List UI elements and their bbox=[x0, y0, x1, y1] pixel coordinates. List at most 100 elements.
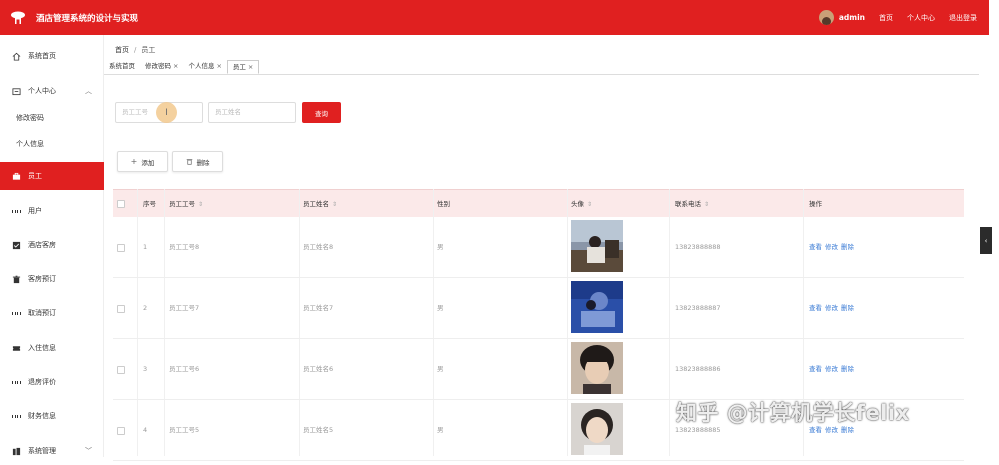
sidebar-item-system[interactable]: 系统管理 ﹀ bbox=[0, 437, 104, 465]
cell-gender: 男 bbox=[437, 365, 444, 373]
grid-icon bbox=[12, 412, 21, 421]
sort-icon[interactable]: ⇕ bbox=[704, 201, 709, 208]
staff-name-input[interactable]: 员工姓名 bbox=[208, 102, 296, 123]
column-header-staff-id[interactable]: 员工工号 ⇕ bbox=[169, 190, 203, 218]
column-header-actions: 操作 bbox=[809, 200, 822, 208]
view-link[interactable]: 查看 bbox=[809, 365, 822, 373]
column-header-phone[interactable]: 联系电话 ⇕ bbox=[675, 190, 709, 218]
edit-link[interactable]: 修改 bbox=[825, 426, 838, 434]
sidebar-item-finance[interactable]: 财务信息 bbox=[0, 402, 104, 430]
sidebar-item-checkout-review[interactable]: 退房评价 bbox=[0, 368, 104, 396]
cell-phone: 13823888887 bbox=[675, 304, 721, 312]
row-checkbox[interactable] bbox=[117, 427, 125, 435]
edit-link[interactable]: 修改 bbox=[825, 304, 838, 312]
cell-phone: 13823888886 bbox=[675, 365, 721, 373]
delete-link[interactable]: 删除 bbox=[841, 243, 854, 251]
sidebar-item-label: 个人信息 bbox=[16, 140, 44, 148]
chevron-left-icon: ‹ bbox=[984, 236, 988, 245]
delete-link[interactable]: 删除 bbox=[841, 304, 854, 312]
view-link[interactable]: 查看 bbox=[809, 304, 822, 312]
tab-bar: 系统首页 修改密码 × 个人信息 × 员工 × bbox=[104, 60, 979, 75]
app-title: 酒店管理系统的设计与实现 bbox=[36, 13, 139, 24]
sidebar-item-staff[interactable]: 员工 bbox=[0, 162, 104, 190]
search-button[interactable]: 查询 bbox=[302, 102, 341, 123]
breadcrumb: 首页 / 员工 bbox=[115, 46, 156, 54]
sidebar-item-users[interactable]: 用户 bbox=[0, 197, 104, 225]
cell-staff-name: 员工姓名8 bbox=[303, 243, 334, 251]
chevron-up-icon: ︿ bbox=[85, 87, 92, 95]
tab-staff[interactable]: 员工 × bbox=[226, 60, 260, 74]
close-icon[interactable]: × bbox=[248, 63, 253, 71]
cell-gender: 男 bbox=[437, 243, 444, 251]
column-header-staff-name[interactable]: 员工姓名 ⇕ bbox=[303, 190, 337, 218]
avatar-image bbox=[571, 342, 623, 394]
briefcase-icon bbox=[12, 172, 21, 180]
view-link[interactable]: 查看 bbox=[809, 426, 822, 434]
sidebar-item-label: 客房预订 bbox=[28, 275, 56, 283]
header-link-profile[interactable]: 个人中心 bbox=[907, 13, 935, 23]
sort-icon[interactable]: ⇕ bbox=[332, 201, 337, 208]
edit-link[interactable]: 修改 bbox=[825, 243, 838, 251]
building-icon bbox=[12, 447, 21, 455]
row-checkbox[interactable] bbox=[117, 305, 125, 313]
tab-home[interactable]: 系统首页 bbox=[104, 60, 140, 74]
cell-gender: 男 bbox=[437, 304, 444, 312]
column-header-index: 序号 bbox=[143, 200, 156, 208]
header-link-logout[interactable]: 退出登录 bbox=[949, 13, 977, 23]
delete-button[interactable]: 删除 bbox=[172, 151, 223, 172]
cell-staff-id: 员工工号7 bbox=[169, 304, 200, 312]
close-icon[interactable]: × bbox=[216, 62, 221, 70]
breadcrumb-home[interactable]: 首页 bbox=[115, 46, 129, 54]
home-icon bbox=[12, 52, 21, 61]
cell-index: 2 bbox=[143, 304, 148, 312]
sidebar-item-change-password[interactable]: 修改密码 bbox=[0, 104, 104, 132]
grid-icon bbox=[12, 378, 21, 387]
avatar[interactable] bbox=[818, 10, 834, 25]
table-row: 1 员工工号8 员工姓名8 男 13823888888 查看 修改 删除 bbox=[113, 217, 964, 278]
add-button[interactable]: + 添加 bbox=[117, 151, 168, 172]
sort-icon[interactable]: ⇕ bbox=[587, 201, 592, 208]
chevron-down-icon: ﹀ bbox=[85, 447, 92, 455]
table-row: 3 员工工号6 员工姓名6 男 13823888886 查看 修改 删除 bbox=[113, 339, 964, 400]
row-checkbox[interactable] bbox=[117, 244, 125, 252]
plus-icon: + bbox=[130, 157, 138, 166]
cell-staff-id: 员工工号8 bbox=[169, 243, 200, 251]
sidebar-item-cancel-booking[interactable]: 取消预订 bbox=[0, 299, 104, 327]
row-actions: 查看 修改 删除 bbox=[809, 217, 857, 278]
cell-index: 3 bbox=[143, 365, 148, 373]
breadcrumb-current: 员工 bbox=[141, 46, 156, 54]
column-header-avatar[interactable]: 头像 ⇕ bbox=[571, 190, 592, 218]
sidebar-item-label: 系统管理 bbox=[28, 447, 56, 455]
sidebar-item-checkin[interactable]: 入住信息 bbox=[0, 334, 104, 362]
view-link[interactable]: 查看 bbox=[809, 243, 822, 251]
select-all-checkbox[interactable] bbox=[117, 200, 125, 208]
avatar-image bbox=[571, 281, 623, 333]
sidebar-item-rooms[interactable]: 酒店客房 bbox=[0, 231, 104, 259]
delete-link[interactable]: 删除 bbox=[841, 426, 854, 434]
text-cursor-icon: I bbox=[156, 102, 177, 123]
delete-link[interactable]: 删除 bbox=[841, 365, 854, 373]
top-header: 酒店管理系统的设计与实现 admin 首页 个人中心 退出登录 bbox=[0, 0, 989, 35]
cell-index: 1 bbox=[143, 243, 148, 251]
grid-icon bbox=[12, 309, 21, 318]
row-actions: 查看 修改 删除 bbox=[809, 339, 857, 400]
tab-personal-info[interactable]: 个人信息 × bbox=[183, 60, 226, 74]
sort-icon[interactable]: ⇕ bbox=[198, 201, 203, 208]
header-link-home[interactable]: 首页 bbox=[879, 13, 893, 23]
table-header: 序号 员工工号 ⇕ 员工姓名 ⇕ 性别 头像 ⇕ 联系电话 ⇕ 操作 bbox=[113, 189, 964, 217]
grid-icon bbox=[12, 207, 21, 216]
sidebar-item-booking[interactable]: 客房预订 bbox=[0, 265, 104, 293]
edit-link[interactable]: 修改 bbox=[825, 365, 838, 373]
watermark: 知乎 @计算机学长felix bbox=[676, 401, 910, 425]
row-checkbox[interactable] bbox=[117, 366, 125, 374]
sidebar-item-personal-info[interactable]: 个人信息 bbox=[0, 130, 104, 158]
sidebar-item-label: 员工 bbox=[28, 172, 42, 180]
tab-change-password[interactable]: 修改密码 × bbox=[140, 60, 183, 74]
row-actions: 查看 修改 删除 bbox=[809, 278, 857, 339]
cell-phone: 13823888888 bbox=[675, 243, 721, 251]
sidebar: 系统首页 个人中心 ︿ 修改密码 个人信息 员工 用户 酒店客房 客房预订 取消… bbox=[0, 35, 104, 457]
collapse-tab[interactable]: ‹ bbox=[980, 227, 992, 254]
sidebar-item-home[interactable]: 系统首页 bbox=[0, 42, 104, 70]
sidebar-item-personal-center[interactable]: 个人中心 ︿ bbox=[0, 77, 104, 105]
close-icon[interactable]: × bbox=[173, 62, 178, 70]
